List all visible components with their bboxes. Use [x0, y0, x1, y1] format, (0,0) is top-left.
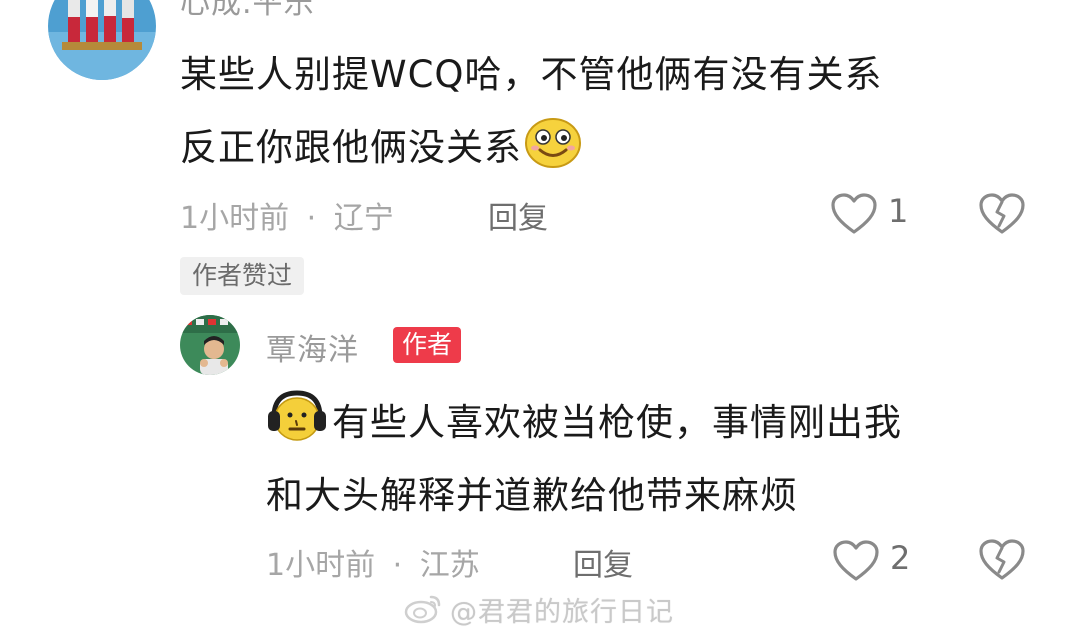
comment-text-line: 和大头解释并道歉给他带来麻烦: [266, 474, 798, 517]
meta-separator: ·: [306, 201, 317, 236]
comment-time: 1小时前: [266, 548, 376, 583]
heart-icon: [832, 539, 880, 587]
like-button[interactable]: 2: [832, 537, 918, 585]
headphones-emoji-icon: [266, 387, 328, 454]
like-button[interactable]: 1: [830, 190, 916, 238]
dislike-button[interactable]: [978, 538, 1026, 582]
broken-heart-icon: [978, 193, 1026, 240]
reply-button[interactable]: 回复: [573, 540, 633, 584]
watermark: @君君的旅行日记: [404, 590, 674, 631]
author-liked-tag: 作者赞过: [180, 257, 305, 295]
comment-text-line: 有些人喜欢被当枪使，事情刚出我: [332, 401, 902, 444]
comment-text-line: 某些人别提WCQ哈，不管他俩有没有关系: [180, 53, 883, 96]
meta-separator: ·: [392, 548, 403, 583]
smile-emoji-icon: [524, 115, 582, 178]
comment-text-line-with-emoji: 有些人喜欢被当枪使，事情刚出我: [266, 390, 902, 454]
comment-location: 辽宁: [333, 201, 394, 236]
comment-text-line: 反正你跟他俩没关系: [180, 126, 522, 169]
comment-meta: 1小时前 · 辽宁: [180, 193, 394, 237]
like-count: 2: [890, 539, 911, 577]
author-badge: 作者: [393, 327, 462, 363]
comment-username[interactable]: 心成.平乐: [180, 0, 315, 22]
comment-text-line-with-emoji: 反正你跟他俩没关系: [180, 117, 582, 178]
watermark-text: @君君的旅行日记: [450, 597, 674, 628]
avatar[interactable]: [48, 0, 156, 80]
reply-button[interactable]: 回复: [488, 193, 548, 237]
comment-username[interactable]: 覃海洋: [266, 325, 359, 369]
comment-time: 1小时前: [180, 201, 290, 236]
comment-location: 江苏: [419, 548, 480, 583]
broken-heart-icon: [978, 539, 1026, 586]
weibo-logo-icon: [404, 592, 444, 631]
like-count: 1: [888, 192, 909, 230]
dislike-button[interactable]: [978, 192, 1026, 236]
comment-meta: 1小时前 · 江苏: [266, 540, 480, 584]
avatar[interactable]: [180, 315, 240, 375]
heart-icon: [830, 192, 878, 240]
